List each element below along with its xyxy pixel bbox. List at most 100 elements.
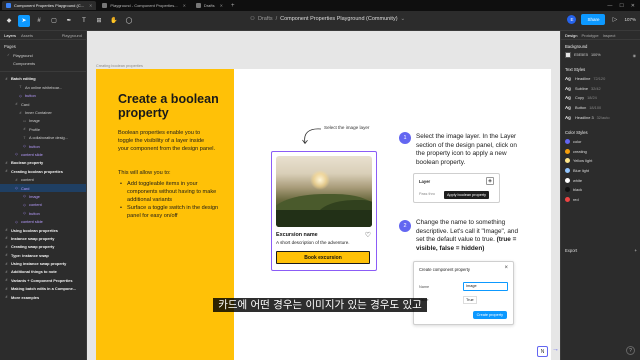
layer-row[interactable]: # Profile: [0, 125, 86, 133]
background-fill-row[interactable]: E5E5E5 100% ◉: [561, 51, 640, 59]
export-section: Export +: [565, 248, 637, 253]
slide-frame[interactable]: Create a boolean property Boolean proper…: [96, 69, 559, 360]
present-icon[interactable]: ▷: [610, 15, 619, 24]
comment-tool-icon[interactable]: ◯: [123, 15, 135, 27]
layer-row[interactable]: TA collaborative desig...: [0, 134, 86, 142]
maximize-icon[interactable]: ☐: [619, 3, 623, 9]
color-style-item[interactable]: Yellow light: [561, 156, 640, 166]
avatar[interactable]: E: [567, 15, 577, 24]
browser-tab-0[interactable]: Component Properties Playground (C... ✕: [2, 1, 97, 10]
text-style-item[interactable]: Ag Headline 72/120: [561, 74, 640, 84]
move-tool-icon[interactable]: ➤: [18, 14, 30, 27]
tab-assets[interactable]: Assets: [21, 33, 33, 38]
add-export-icon[interactable]: +: [635, 248, 637, 253]
color-style-item[interactable]: color: [561, 137, 640, 147]
frame-label[interactable]: Creating boolean properties: [96, 64, 143, 68]
color-styles-title: Color Styles: [565, 129, 588, 135]
layer-row[interactable]: ◇ content slide: [0, 217, 86, 225]
layer-row[interactable]: # More examples: [0, 293, 86, 301]
breadcrumb-drafts[interactable]: Drafts: [258, 16, 273, 22]
layer-row[interactable]: # Instance swap property: [0, 234, 86, 242]
pen-tool-icon[interactable]: ✒: [63, 15, 75, 27]
layer-row[interactable]: # Making batch edits in a Compone...: [0, 285, 86, 293]
chevron-down-icon[interactable]: ⌄: [401, 16, 406, 22]
bullet-item: Surface a toggle switch in the design pa…: [118, 204, 222, 220]
layer-row[interactable]: T An online whiteboar...: [0, 83, 86, 91]
excursion-card[interactable]: Excursion name ♡ A short description of …: [276, 156, 372, 266]
main-menu-icon[interactable]: ◆: [3, 15, 15, 27]
shape-tool-icon[interactable]: ▢: [48, 15, 60, 27]
background-swatch[interactable]: [565, 52, 571, 58]
page-selector[interactable]: Playground: [62, 33, 86, 38]
window-controls: — ☐ ✕: [607, 3, 640, 9]
color-style-item[interactable]: Blue light: [561, 166, 640, 176]
close-tab-icon[interactable]: ✕: [89, 3, 92, 8]
frame-tool-icon[interactable]: #: [33, 15, 45, 27]
text-style-item[interactable]: Ag Headline 3 32/auto: [561, 112, 640, 122]
tab-prototype[interactable]: Prototype: [581, 33, 598, 38]
tab-inspect[interactable]: Inspect: [603, 33, 616, 38]
share-button[interactable]: Share: [581, 14, 606, 25]
close-tab-icon[interactable]: ✕: [183, 3, 186, 8]
color-style-item[interactable]: white: [561, 175, 640, 185]
zoom-level[interactable]: 107%: [624, 17, 636, 22]
color-style-item[interactable]: black: [561, 185, 640, 195]
layer-row[interactable]: # Additional things to note: [0, 268, 86, 276]
book-excursion-button[interactable]: Book excursion: [276, 251, 370, 264]
layer-row[interactable]: # Batch editing: [0, 75, 86, 83]
text-style-item[interactable]: Ag Copy 18/24: [561, 93, 640, 103]
heart-icon[interactable]: ♡: [365, 231, 371, 239]
boolean-property-icon[interactable]: ◈: [486, 177, 494, 185]
resources-tool-icon[interactable]: ⊞: [93, 15, 105, 27]
help-icon[interactable]: ?: [626, 346, 635, 355]
layer-row[interactable]: ◇ content: [0, 201, 86, 209]
sun-glow: [310, 170, 330, 190]
layer-row[interactable]: # Card: [0, 100, 86, 108]
layer-row[interactable]: ◇ content slide: [0, 150, 86, 158]
color-style-item[interactable]: red: [561, 195, 640, 205]
minimize-icon[interactable]: —: [607, 3, 612, 9]
browser-tab-2[interactable]: Drafts ✕: [192, 1, 227, 10]
layer-row[interactable]: # Using instance swap property: [0, 259, 86, 267]
layer-row[interactable]: # Inner Container: [0, 108, 86, 116]
background-hex[interactable]: E5E5E5: [574, 53, 588, 57]
layer-row[interactable]: # Variants + Component Properties: [0, 276, 86, 284]
card-image[interactable]: [276, 156, 372, 227]
file-name[interactable]: Component Properties Playground (Communi…: [280, 16, 397, 22]
tab-design[interactable]: Design: [565, 33, 577, 38]
text-style-item[interactable]: Ag Subline 32/42: [561, 84, 640, 94]
layer-row[interactable]: # Boolean property: [0, 159, 86, 167]
layer-row[interactable]: ◇ button: [0, 92, 86, 100]
layer-row[interactable]: # Type: instance swap: [0, 251, 86, 259]
layer-row[interactable]: ◇ Image: [0, 192, 86, 200]
color-style-item[interactable]: creating: [561, 147, 640, 157]
page-item-playground[interactable]: ✓ Playground: [0, 51, 86, 59]
tab-layers[interactable]: Layers: [4, 33, 16, 38]
layer-row[interactable]: # content: [0, 175, 86, 183]
layer-row[interactable]: # Using boolean properties: [0, 226, 86, 234]
color-swatch: [565, 168, 570, 174]
divider: [0, 70, 86, 72]
text-style-name: Copy: [575, 95, 585, 101]
layer-row[interactable]: ◇ button: [0, 209, 86, 217]
close-window-icon[interactable]: ✕: [631, 3, 635, 9]
eye-icon[interactable]: ◉: [633, 53, 636, 58]
layer-row[interactable]: ▭ Image: [0, 117, 86, 125]
browser-tab-1[interactable]: Playground - Component Properties... ✕: [98, 1, 190, 10]
frame-layer-icon: #: [5, 269, 8, 274]
arrow-right-icon[interactable]: →: [552, 346, 559, 353]
layer-row[interactable]: ◇ Card: [0, 183, 86, 193]
color-swatch: [565, 177, 570, 183]
layer-row[interactable]: # Creating boolean properties: [0, 167, 86, 175]
layer-row[interactable]: ◇ button: [0, 142, 86, 150]
hand-tool-icon[interactable]: ✋: [108, 15, 120, 27]
new-tab-icon[interactable]: +: [231, 3, 235, 9]
n-badge[interactable]: N: [537, 346, 548, 357]
page-item-components[interactable]: Components: [0, 59, 86, 67]
text-tool-icon[interactable]: T: [78, 15, 90, 27]
background-opacity[interactable]: 100%: [591, 53, 601, 57]
frame-layer-icon: #: [23, 127, 26, 132]
layer-row[interactable]: # Creating swap property: [0, 243, 86, 251]
close-tab-icon[interactable]: ✕: [220, 3, 223, 8]
text-style-item[interactable]: Ag Button 18/100: [561, 103, 640, 113]
